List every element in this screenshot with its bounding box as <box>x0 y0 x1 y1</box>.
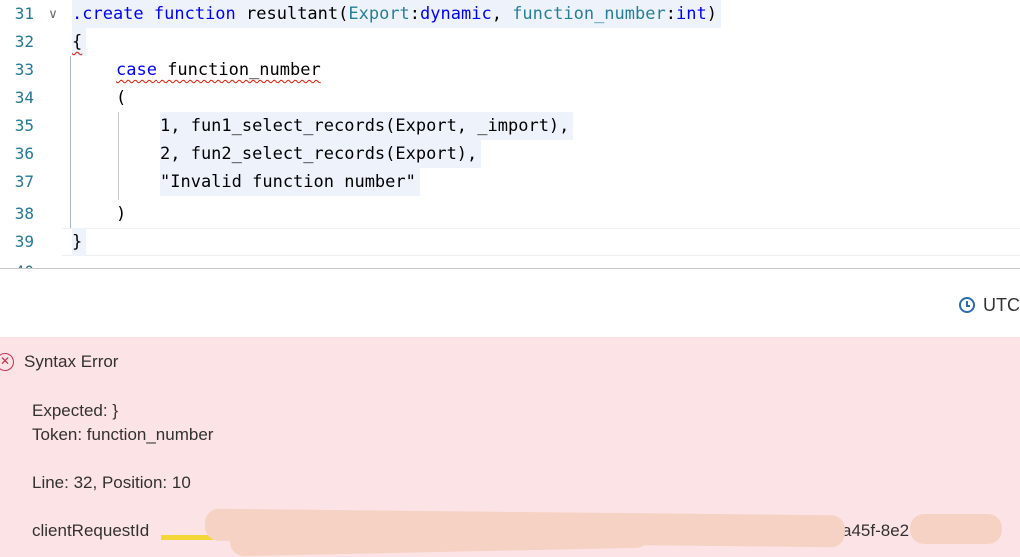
error-title: Syntax Error <box>24 352 119 371</box>
fold-chevron-icon[interactable]: ∨ <box>44 0 62 28</box>
code-text: .create function resultant(Export:dynami… <box>72 0 721 28</box>
line-number: 33 <box>14 60 34 79</box>
code-line-33[interactable]: 33 case function_number <box>0 56 1020 84</box>
code-line-31[interactable]: 31 ∨ .create function resultant(Export:d… <box>0 0 1020 28</box>
code-text: ( <box>116 88 127 108</box>
code-line-32[interactable]: 32 { <box>0 28 1020 56</box>
timezone-selector[interactable]: UTC <box>959 292 1020 318</box>
code-line-35[interactable]: 35 1, fun1_select_records(Export, _impor… <box>0 112 1020 140</box>
error-position: Line: 32, Position: 10 <box>32 473 191 492</box>
code-text: } <box>72 228 87 256</box>
panel-divider[interactable] <box>0 268 1020 269</box>
code-line-39[interactable]: 39 } <box>0 228 1020 256</box>
client-request-id-label: clientRequestId <box>32 521 150 540</box>
redaction-mark <box>910 514 1002 544</box>
code-text: 2, fun2_select_records(Export), <box>160 140 482 168</box>
code-line-34[interactable]: 34 ( <box>0 84 1020 112</box>
clock-icon <box>959 297 975 313</box>
code-text: { <box>72 28 87 56</box>
line-number: 38 <box>14 204 34 223</box>
error-token: Token: function_number <box>32 425 214 444</box>
code-text: 1, fun1_select_records(Export, _import), <box>160 112 574 140</box>
line-number: 36 <box>14 144 34 163</box>
highlight-mark <box>161 535 213 540</box>
error-header: ✕ Syntax Error <box>0 351 118 373</box>
error-circle-icon: ✕ <box>0 353 14 371</box>
code-line-36[interactable]: 36 2, fun2_select_records(Export), <box>0 140 1020 168</box>
code-text: ) <box>116 204 127 224</box>
line-number: 34 <box>14 88 34 107</box>
code-line-38[interactable]: 38 ) <box>0 200 1020 228</box>
line-number: 37 <box>14 172 34 191</box>
line-number: 39 <box>14 232 34 251</box>
client-request-id-fragment: a45f-8e2 <box>842 521 910 540</box>
code-text: case function_number <box>116 60 321 80</box>
error-expected: Expected: } <box>32 401 119 420</box>
line-number: 35 <box>14 116 34 135</box>
timezone-label: UTC <box>983 294 1020 315</box>
code-editor[interactable]: 31 ∨ .create function resultant(Export:d… <box>0 0 1020 268</box>
line-number-cut: 40 <box>0 256 34 268</box>
code-text: "Invalid function number" <box>160 168 420 196</box>
code-line-37[interactable]: 37 "Invalid function number" <box>0 168 1020 196</box>
line-number: 32 <box>14 32 34 51</box>
line-number: 31 <box>14 4 34 23</box>
